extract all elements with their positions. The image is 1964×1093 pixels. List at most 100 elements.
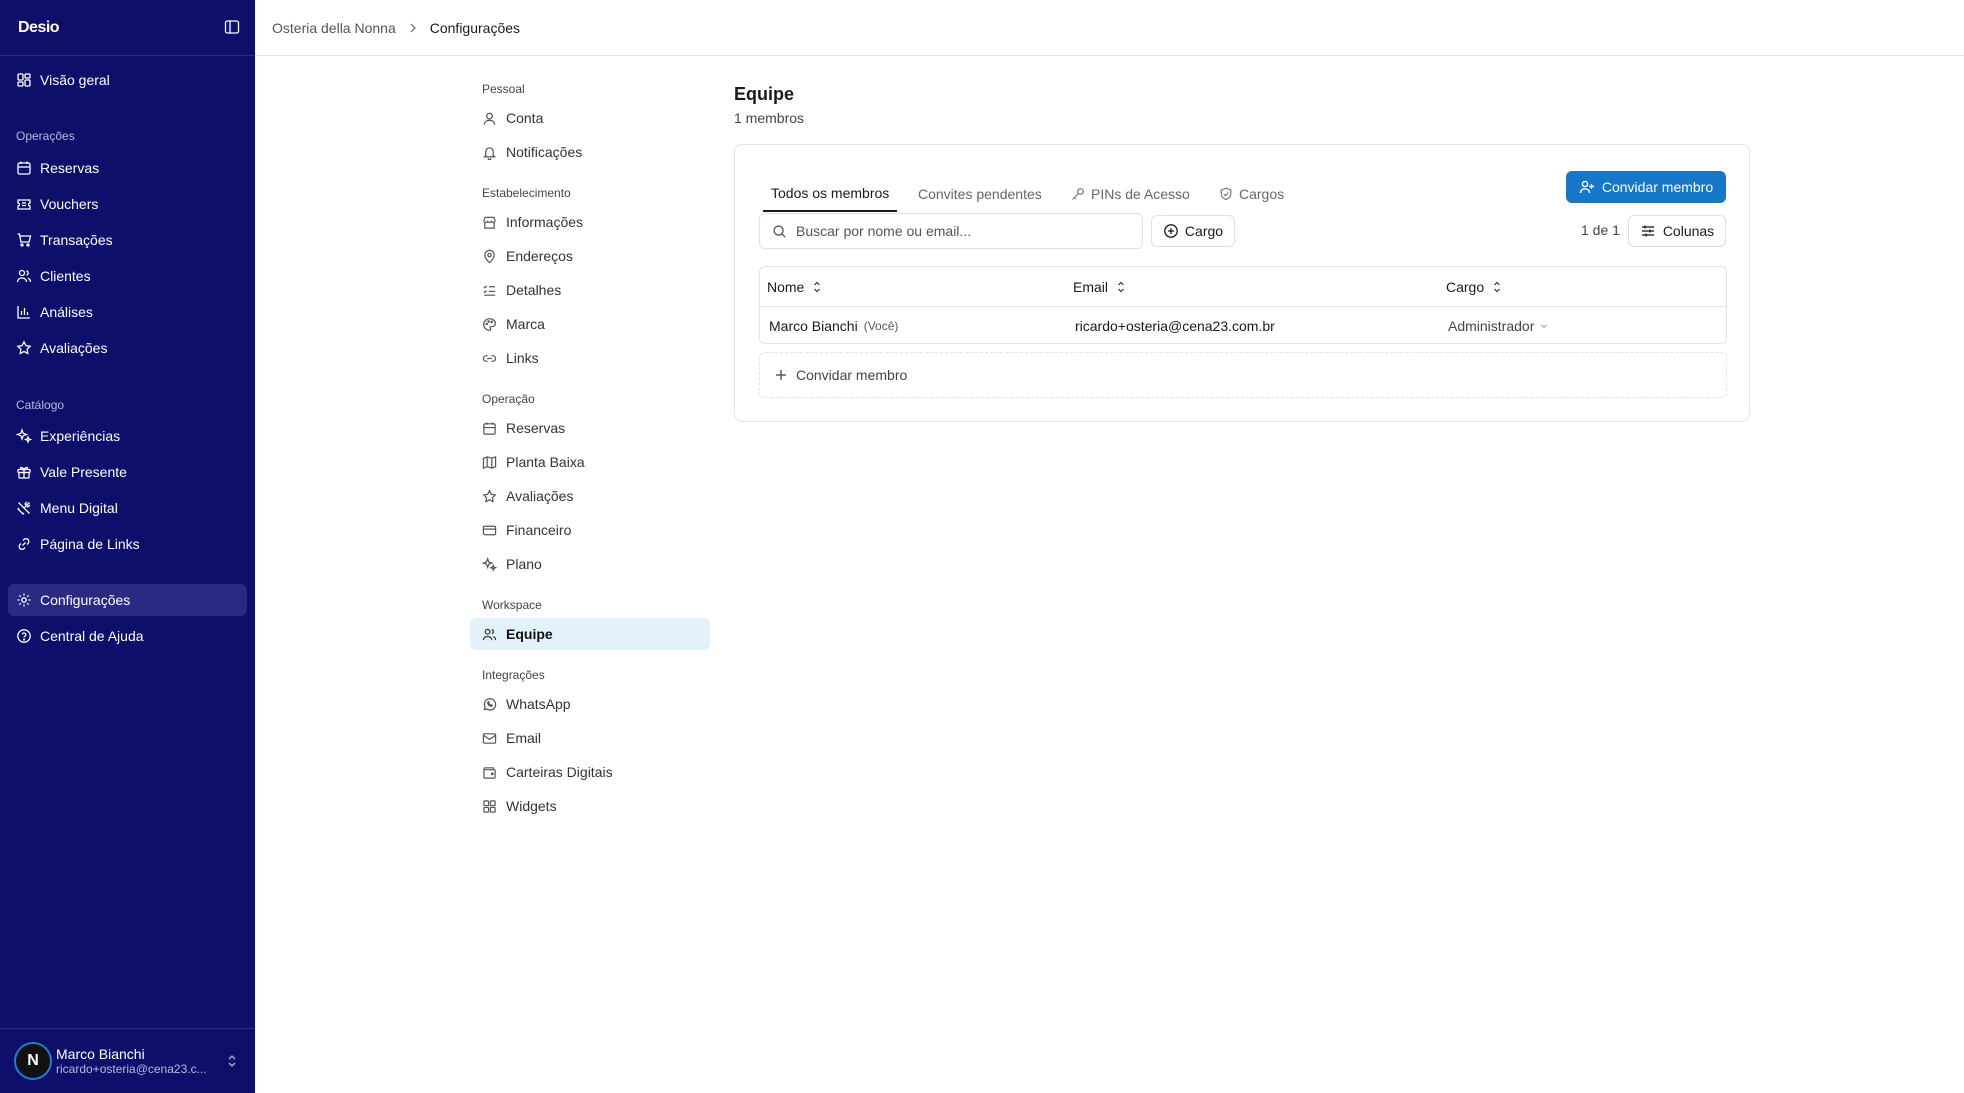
- settings-item-label: Widgets: [506, 798, 557, 814]
- settings-section-integracoes: Integrações: [482, 668, 545, 682]
- column-header-nome[interactable]: Nome: [767, 267, 824, 307]
- calendar-icon: [483, 421, 496, 435]
- star-icon: [16, 340, 32, 355]
- settings-item-financeiro[interactable]: Financeiro: [470, 514, 710, 546]
- page-title: Equipe: [734, 84, 795, 104]
- sidebar-item-vouchers[interactable]: Vouchers: [8, 188, 247, 220]
- settings-item-notificacoes[interactable]: Notificações: [470, 136, 710, 168]
- grid-icon: [483, 799, 496, 813]
- desio-logo[interactable]: Desio: [18, 16, 60, 40]
- logo-text: Desio: [18, 19, 60, 36]
- whatsapp-icon: [483, 697, 497, 711]
- sidebar: Desio Visão geral Operações Reservas Vou…: [0, 0, 255, 1093]
- tab-access-pins[interactable]: PINs de Acesso: [1071, 176, 1190, 212]
- settings-item-label: Equipe: [506, 626, 553, 642]
- sidebar-item-label: Avaliações: [40, 340, 108, 356]
- map-icon: [482, 455, 497, 469]
- user-menu[interactable]: N Marco Bianchi ricardo+osteria@cena23.c…: [14, 1036, 244, 1086]
- settings-item-label: Detalhes: [506, 282, 562, 298]
- tab-label: Convites pendentes: [918, 186, 1042, 202]
- settings-item-whatsapp[interactable]: WhatsApp: [470, 688, 710, 720]
- settings-item-label: Email: [506, 730, 542, 746]
- sidebar-item-label: Menu Digital: [40, 500, 118, 516]
- role-filter-button[interactable]: Cargo: [1151, 215, 1235, 247]
- sort-icon: [1118, 281, 1124, 293]
- sidebar-item-label: Vale Presente: [40, 464, 127, 480]
- columns-button[interactable]: Colunas: [1628, 215, 1726, 247]
- store-icon: [483, 216, 496, 229]
- sidebar-item-clientes[interactable]: Clientes: [8, 260, 247, 292]
- user-email: ricardo+osteria@cena23.c...: [56, 1062, 207, 1076]
- help-circle-icon: [17, 629, 31, 643]
- utensils-icon: [17, 501, 31, 515]
- sidebar-item-reservas[interactable]: Reservas: [8, 152, 247, 184]
- settings-item-detalhes[interactable]: Detalhes: [470, 274, 710, 306]
- sidebar-section-operations: Operações: [16, 129, 75, 143]
- settings-item-label: Reservas: [506, 420, 566, 436]
- settings-section-workspace: Workspace: [482, 598, 542, 612]
- settings-item-planta-baixa[interactable]: Planta Baixa: [470, 446, 710, 478]
- sidebar-item-label: Experiências: [40, 428, 121, 444]
- table-header: Nome Email Cargo: [760, 267, 1726, 307]
- column-label: Cargo: [1446, 279, 1485, 295]
- tab-pending-invites[interactable]: Convites pendentes: [918, 176, 1042, 212]
- settings-item-label: Planta Baixa: [506, 454, 585, 470]
- invite-member-row[interactable]: Convidar membro: [759, 352, 1727, 398]
- settings-item-marca[interactable]: Marca: [470, 308, 710, 340]
- sidebar-item-central-de-ajuda[interactable]: Central de Ajuda: [8, 620, 247, 652]
- settings-item-enderecos[interactable]: Endereços: [470, 240, 710, 272]
- sidebar-item-label: Vouchers: [40, 196, 99, 212]
- settings-item-label: Plano: [506, 556, 542, 572]
- settings-item-conta[interactable]: Conta: [470, 102, 710, 134]
- sidebar-item-configuracoes[interactable]: Configurações: [8, 584, 247, 616]
- search-input[interactable]: Buscar por nome ou email...: [759, 213, 1143, 249]
- settings-item-equipe[interactable]: Equipe: [470, 618, 710, 650]
- tab-all-members[interactable]: Todos os membros: [763, 176, 898, 212]
- sidebar-item-avaliacoes[interactable]: Avaliações: [8, 332, 247, 364]
- button-label: Colunas: [1662, 223, 1715, 239]
- settings-item-label: Endereços: [506, 248, 573, 264]
- column-header-email[interactable]: Email: [1073, 267, 1128, 307]
- users-icon: [482, 628, 497, 640]
- settings-item-label: Marca: [506, 316, 545, 332]
- settings-item-informacoes[interactable]: Informações: [470, 206, 710, 238]
- tab-label: PINs de Acesso: [1091, 186, 1190, 202]
- tab-roles[interactable]: Cargos: [1219, 176, 1284, 212]
- member-name: Marco Bianchi: [769, 317, 858, 334]
- search-placeholder: Buscar por nome ou email...: [796, 223, 972, 239]
- wallet-icon: [483, 766, 496, 779]
- settings-item-carteiras-digitais[interactable]: Carteiras Digitais: [470, 756, 710, 788]
- sidebar-toggle-icon[interactable]: [224, 19, 240, 35]
- settings-item-label: Avaliações: [506, 488, 574, 504]
- search-icon: [773, 224, 786, 238]
- settings-item-label: Carteiras Digitais: [506, 764, 613, 780]
- breadcrumb-parent[interactable]: Osteria della Nonna: [272, 20, 396, 36]
- settings-item-links[interactable]: Links: [470, 342, 710, 374]
- column-header-cargo[interactable]: Cargo: [1446, 267, 1504, 307]
- dashboard-icon: [17, 73, 31, 87]
- sidebar-item-analises[interactable]: Análises: [8, 296, 247, 328]
- settings-section-operacao: Operação: [482, 392, 535, 406]
- settings-item-label: Financeiro: [506, 522, 572, 538]
- settings-item-avaliacoes[interactable]: Avaliações: [470, 480, 710, 512]
- sidebar-item-pagina-de-links[interactable]: Página de Links: [8, 528, 247, 560]
- sidebar-item-vale-presente[interactable]: Vale Presente: [8, 456, 247, 488]
- invite-member-button[interactable]: Convidar membro: [1566, 171, 1726, 203]
- settings-item-plano[interactable]: Plano: [470, 548, 710, 580]
- invite-row-label: Convidar membro: [796, 367, 908, 383]
- role-select[interactable]: Administrador: [1448, 307, 1550, 344]
- settings-item-email[interactable]: Email: [470, 722, 710, 754]
- sidebar-item-overview[interactable]: Visão geral: [8, 64, 247, 96]
- sidebar-item-menu-digital[interactable]: Menu Digital: [8, 492, 247, 524]
- pagination-info: 1 de 1: [1581, 222, 1620, 238]
- tab-label: Cargos: [1239, 186, 1285, 202]
- sidebar-item-transacoes[interactable]: Transações: [8, 224, 247, 256]
- tab-label: Todos os membros: [771, 185, 890, 201]
- settings-item-label: Notificações: [506, 144, 583, 160]
- sidebar-item-experiencias[interactable]: Experiências: [8, 420, 247, 452]
- button-label: Cargo: [1184, 223, 1224, 239]
- list-checks-icon: [483, 284, 496, 296]
- settings-item-reservas[interactable]: Reservas: [470, 412, 710, 444]
- settings-item-widgets[interactable]: Widgets: [470, 790, 710, 822]
- member-email: ricardo+osteria@cena23.com.br: [1075, 317, 1275, 334]
